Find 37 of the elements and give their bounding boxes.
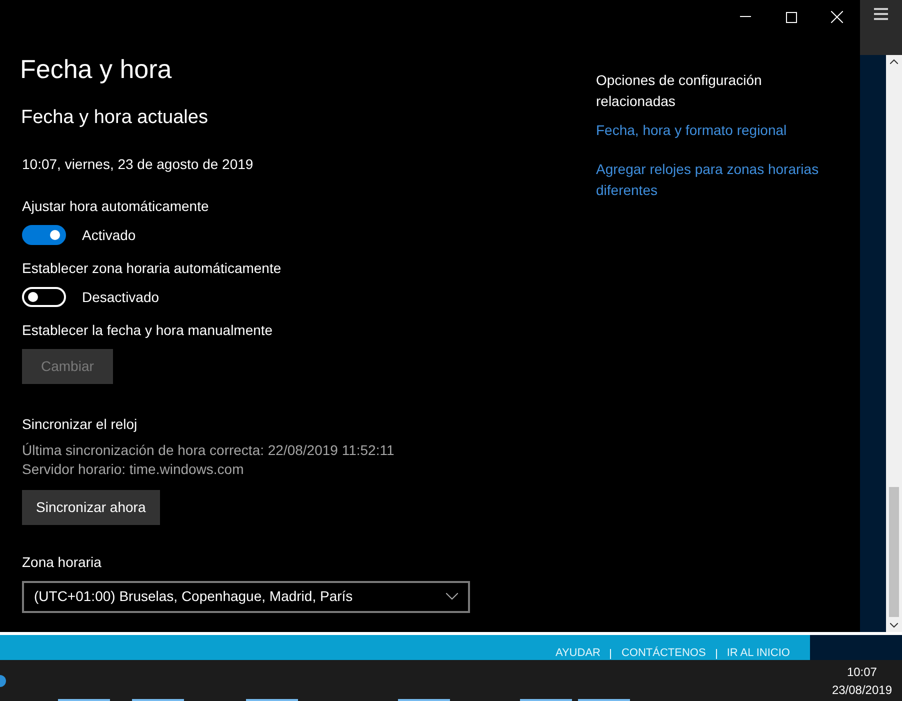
section-label: Sincronizar el reloj bbox=[22, 414, 138, 433]
toggle-state: Activado bbox=[82, 226, 136, 244]
maximize-icon bbox=[786, 12, 796, 22]
setting-label: Establecer la fecha y hora manualmente bbox=[22, 320, 274, 339]
window-title: Fecha y hora bbox=[20, 54, 173, 86]
sync-status: Última sincronización de hora correcta: 22/08/2019 11:52:11 bbox=[22, 440, 396, 460]
section-heading: Fecha y hora actuales bbox=[21, 106, 209, 130]
timezone-dropdown[interactable]: (UTC+01:00) Bruselas, Copenhague, Madrid, París bbox=[22, 580, 470, 613]
toggle-switch[interactable] bbox=[22, 224, 66, 245]
taskbar-indicator bbox=[578, 699, 630, 701]
time-server: Servidor horario: time.windows.com bbox=[22, 460, 245, 479]
sync-button[interactable]: Sincronizar ahora bbox=[22, 490, 160, 525]
current-datetime: 10:07, viernes, 23 de agosto de 2019 bbox=[22, 154, 254, 173]
related-heading: Opciones de configuración relacionadas bbox=[596, 71, 763, 111]
related-link[interactable]: Agregar relojes para zonas horarias diferentes bbox=[596, 159, 826, 201]
taskbar-indicator bbox=[58, 699, 110, 701]
scrollbar[interactable] bbox=[886, 55, 902, 632]
taskbar-indicator bbox=[246, 699, 298, 701]
setting-label: Ajustar hora automáticamente bbox=[22, 196, 210, 215]
setting-label: Establecer zona horaria automáticamente bbox=[22, 258, 282, 277]
toggle-state: Desactivado bbox=[82, 288, 160, 306]
clock-time: 10:07 bbox=[846, 664, 878, 680]
taskbar-indicator bbox=[520, 699, 572, 701]
clock-date: 23/08/2019 bbox=[832, 682, 892, 698]
scrollbar-thumb[interactable] bbox=[889, 487, 899, 617]
menu-icon[interactable] bbox=[874, 8, 888, 20]
section-label: Zona horaria bbox=[22, 552, 102, 571]
scroll-down-icon[interactable] bbox=[890, 623, 898, 628]
app-icon[interactable] bbox=[0, 672, 6, 688]
chevron-icon bbox=[446, 593, 458, 600]
close-icon bbox=[831, 11, 843, 23]
taskbar-indicator bbox=[398, 699, 450, 701]
taskbar-clock[interactable]: 10:07 23/08/2019 bbox=[832, 662, 902, 698]
taskbar-indicator bbox=[132, 699, 184, 701]
scroll-up-icon[interactable] bbox=[890, 59, 898, 64]
minimize-icon bbox=[740, 16, 750, 18]
related-link[interactable]: Fecha, hora y formato regional bbox=[596, 120, 826, 141]
